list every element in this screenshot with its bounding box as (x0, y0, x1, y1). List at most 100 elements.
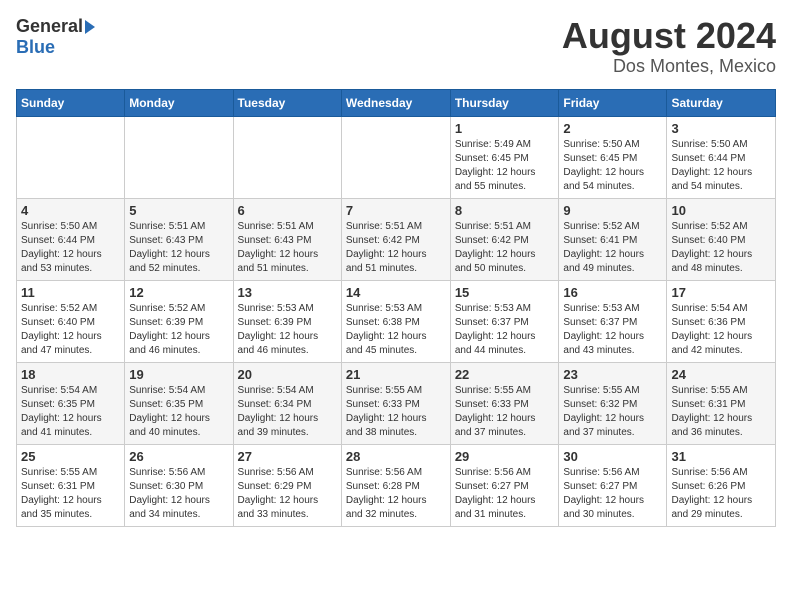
page-subtitle: Dos Montes, Mexico (562, 56, 776, 77)
day-info: Sunrise: 5:54 AM Sunset: 6:34 PM Dayligh… (238, 384, 337, 440)
calendar-cell: 4Sunrise: 5:50 AM Sunset: 6:44 PM Daylig… (17, 198, 125, 280)
day-number: 27 (238, 449, 337, 464)
day-info: Sunrise: 5:52 AM Sunset: 6:39 PM Dayligh… (129, 302, 228, 358)
calendar-cell: 5 Sunrise: 5:51 AM Sunset: 6:43 PM Daylig… (125, 198, 233, 280)
calendar-cell: 30Sunrise: 5:56 AM Sunset: 6:27 PM Dayli… (559, 444, 667, 526)
header-day-saturday: Saturday (667, 89, 776, 116)
day-info: Sunrise: 5:51 AM Sunset: 6:43 PM Dayligh… (238, 220, 337, 276)
calendar-cell: 7 Sunrise: 5:51 AM Sunset: 6:42 PM Daylig… (341, 198, 450, 280)
day-number: 18 (21, 367, 120, 382)
calendar-cell: 3 Sunrise: 5:50 AM Sunset: 6:44 PM Daylig… (667, 116, 776, 198)
day-info: Sunrise: 5:56 AM Sunset: 6:30 PM Dayligh… (129, 466, 228, 522)
day-info: Sunrise: 5:56 AM Sunset: 6:29 PM Dayligh… (238, 466, 337, 522)
header-day-monday: Monday (125, 89, 233, 116)
week-row-1: 1Sunrise: 5:49 AM Sunset: 6:45 PM Daylig… (17, 116, 776, 198)
header-row: SundayMondayTuesdayWednesdayThursdayFrid… (17, 89, 776, 116)
calendar-cell (125, 116, 233, 198)
logo-blue-text: Blue (16, 37, 55, 57)
week-row-3: 11Sunrise: 5:52 AM Sunset: 6:40 PM Dayli… (17, 280, 776, 362)
day-number: 8 (455, 203, 555, 218)
day-number: 29 (455, 449, 555, 464)
day-info: Sunrise: 5:55 AM Sunset: 6:32 PM Dayligh… (563, 384, 662, 440)
day-number: 3 (671, 121, 771, 136)
day-number: 31 (671, 449, 771, 464)
day-number: 4 (21, 203, 120, 218)
week-row-5: 25 Sunrise: 5:55 AM Sunset: 6:31 PM Dayli… (17, 444, 776, 526)
header-day-wednesday: Wednesday (341, 89, 450, 116)
day-number: 28 (346, 449, 446, 464)
calendar-cell: 28Sunrise: 5:56 AM Sunset: 6:28 PM Dayli… (341, 444, 450, 526)
day-number: 30 (563, 449, 662, 464)
day-info: Sunrise: 5:51 AM Sunset: 6:42 PM Dayligh… (346, 220, 446, 276)
day-number: 2 (563, 121, 662, 136)
calendar-cell: 1Sunrise: 5:49 AM Sunset: 6:45 PM Daylig… (450, 116, 559, 198)
day-info: Sunrise: 5:55 AM Sunset: 6:33 PM Dayligh… (346, 384, 446, 440)
calendar-cell: 20 Sunrise: 5:54 AM Sunset: 6:34 PM Dayli… (233, 362, 341, 444)
day-info: Sunrise: 5:52 AM Sunset: 6:40 PM Dayligh… (671, 220, 771, 276)
calendar-cell (233, 116, 341, 198)
calendar-cell: 8 Sunrise: 5:51 AM Sunset: 6:42 PM Daylig… (450, 198, 559, 280)
day-info: Sunrise: 5:52 AM Sunset: 6:41 PM Dayligh… (563, 220, 662, 276)
day-info: Sunrise: 5:56 AM Sunset: 6:26 PM Dayligh… (671, 466, 771, 522)
calendar-cell: 17 Sunrise: 5:54 AM Sunset: 6:36 PM Dayli… (667, 280, 776, 362)
day-number: 13 (238, 285, 337, 300)
day-number: 22 (455, 367, 555, 382)
page-title: August 2024 (562, 16, 776, 56)
day-number: 20 (238, 367, 337, 382)
day-number: 19 (129, 367, 228, 382)
day-info: Sunrise: 5:53 AM Sunset: 6:39 PM Dayligh… (238, 302, 337, 358)
day-number: 14 (346, 285, 446, 300)
calendar-cell: 31 Sunrise: 5:56 AM Sunset: 6:26 PM Dayli… (667, 444, 776, 526)
calendar-cell: 25 Sunrise: 5:55 AM Sunset: 6:31 PM Dayli… (17, 444, 125, 526)
day-number: 21 (346, 367, 446, 382)
header-day-sunday: Sunday (17, 89, 125, 116)
day-number: 1 (455, 121, 555, 136)
day-number: 23 (563, 367, 662, 382)
calendar-cell: 14Sunrise: 5:53 AM Sunset: 6:38 PM Dayli… (341, 280, 450, 362)
calendar-cell: 22 Sunrise: 5:55 AM Sunset: 6:33 PM Dayli… (450, 362, 559, 444)
day-info: Sunrise: 5:53 AM Sunset: 6:37 PM Dayligh… (563, 302, 662, 358)
day-info: Sunrise: 5:50 AM Sunset: 6:44 PM Dayligh… (671, 138, 771, 194)
calendar-cell: 15Sunrise: 5:53 AM Sunset: 6:37 PM Dayli… (450, 280, 559, 362)
day-info: Sunrise: 5:50 AM Sunset: 6:45 PM Dayligh… (563, 138, 662, 194)
day-number: 25 (21, 449, 120, 464)
calendar-cell: 13 Sunrise: 5:53 AM Sunset: 6:39 PM Dayli… (233, 280, 341, 362)
day-info: Sunrise: 5:54 AM Sunset: 6:36 PM Dayligh… (671, 302, 771, 358)
calendar-cell: 11Sunrise: 5:52 AM Sunset: 6:40 PM Dayli… (17, 280, 125, 362)
day-info: Sunrise: 5:51 AM Sunset: 6:42 PM Dayligh… (455, 220, 555, 276)
logo-general-text: General (16, 16, 83, 37)
day-number: 5 (129, 203, 228, 218)
day-info: Sunrise: 5:55 AM Sunset: 6:31 PM Dayligh… (21, 466, 120, 522)
logo-arrow-icon (85, 20, 95, 34)
title-block: August 2024 Dos Montes, Mexico (562, 16, 776, 77)
calendar-cell: 21 Sunrise: 5:55 AM Sunset: 6:33 PM Dayli… (341, 362, 450, 444)
calendar-cell: 18Sunrise: 5:54 AM Sunset: 6:35 PM Dayli… (17, 362, 125, 444)
day-info: Sunrise: 5:55 AM Sunset: 6:31 PM Dayligh… (671, 384, 771, 440)
calendar-cell: 24 Sunrise: 5:55 AM Sunset: 6:31 PM Dayli… (667, 362, 776, 444)
day-number: 9 (563, 203, 662, 218)
day-info: Sunrise: 5:51 AM Sunset: 6:43 PM Dayligh… (129, 220, 228, 276)
day-number: 12 (129, 285, 228, 300)
day-info: Sunrise: 5:56 AM Sunset: 6:27 PM Dayligh… (455, 466, 555, 522)
day-info: Sunrise: 5:55 AM Sunset: 6:33 PM Dayligh… (455, 384, 555, 440)
calendar-cell: 16 Sunrise: 5:53 AM Sunset: 6:37 PM Dayli… (559, 280, 667, 362)
week-row-2: 4Sunrise: 5:50 AM Sunset: 6:44 PM Daylig… (17, 198, 776, 280)
day-number: 7 (346, 203, 446, 218)
calendar-cell (341, 116, 450, 198)
logo: General Blue (16, 16, 95, 58)
day-number: 15 (455, 285, 555, 300)
calendar-cell: 12 Sunrise: 5:52 AM Sunset: 6:39 PM Dayli… (125, 280, 233, 362)
calendar-cell: 10Sunrise: 5:52 AM Sunset: 6:40 PM Dayli… (667, 198, 776, 280)
header-day-thursday: Thursday (450, 89, 559, 116)
calendar-cell: 29 Sunrise: 5:56 AM Sunset: 6:27 PM Dayli… (450, 444, 559, 526)
calendar-cell: 6Sunrise: 5:51 AM Sunset: 6:43 PM Daylig… (233, 198, 341, 280)
day-info: Sunrise: 5:54 AM Sunset: 6:35 PM Dayligh… (129, 384, 228, 440)
header-day-tuesday: Tuesday (233, 89, 341, 116)
day-number: 26 (129, 449, 228, 464)
calendar-cell (17, 116, 125, 198)
day-number: 16 (563, 285, 662, 300)
day-number: 24 (671, 367, 771, 382)
day-number: 17 (671, 285, 771, 300)
day-info: Sunrise: 5:52 AM Sunset: 6:40 PM Dayligh… (21, 302, 120, 358)
calendar-cell: 26 Sunrise: 5:56 AM Sunset: 6:30 PM Dayli… (125, 444, 233, 526)
